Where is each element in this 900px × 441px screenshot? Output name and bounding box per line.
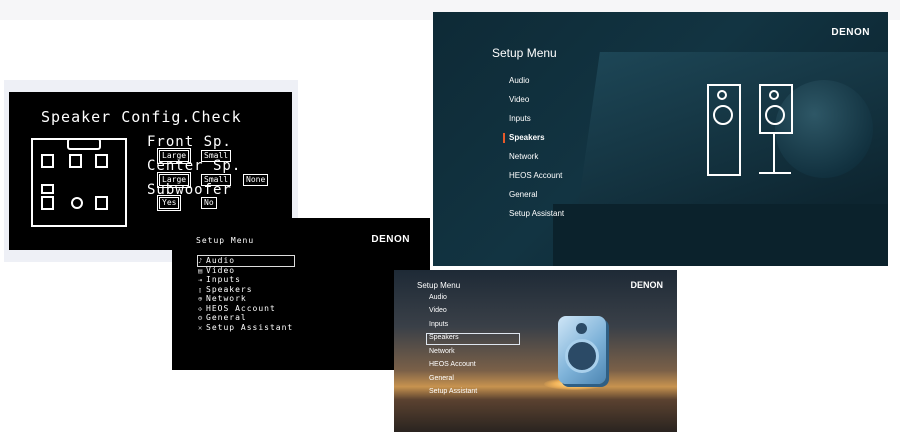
speaker-stand-base-icon <box>759 172 791 174</box>
front-right-speaker-icon <box>95 154 108 168</box>
tweeter-icon <box>717 90 727 100</box>
background-shelf <box>553 204 888 266</box>
speaker-config-title: Speaker Config.Check <box>41 108 242 126</box>
menu-item-speakers[interactable]: Speakers <box>429 334 459 341</box>
menu-item-inputs[interactable]: Inputs <box>429 321 448 328</box>
menu-item-audio[interactable]: ♪ Audio <box>197 255 295 267</box>
speaker-stand-icon <box>773 134 775 172</box>
surround-left-speaker-icon <box>41 196 54 210</box>
menu-item-audio[interactable]: Audio <box>509 76 529 85</box>
front-left-speaker-icon <box>41 154 54 168</box>
menu-item-setup-assistant[interactable]: Setup Assistant <box>509 209 564 218</box>
audio-icon: ♪ <box>198 257 204 265</box>
selection-marker <box>503 133 505 143</box>
menu-item-general[interactable]: General <box>509 190 537 199</box>
room-layout <box>31 138 127 227</box>
denon-logo: DENON <box>831 27 870 38</box>
network-icon: ⊕ <box>198 295 204 303</box>
general-icon: ⚙ <box>198 314 204 322</box>
center-speaker-icon <box>69 154 82 168</box>
menu-item-setup-assistant[interactable]: Setup Assistant <box>429 388 477 395</box>
tv-icon <box>67 138 101 150</box>
setup-assistant-icon: ✕ <box>198 324 204 332</box>
surround-right-speaker-icon <box>95 196 108 210</box>
center-none-button[interactable]: None <box>243 174 269 186</box>
menu-item-speakers[interactable]: Speakers <box>509 133 545 142</box>
woofer-icon <box>765 105 785 125</box>
menu-item-video[interactable]: Video <box>429 307 447 314</box>
tweeter-icon <box>769 90 779 100</box>
setup-menu-header: Setup Menu <box>196 236 255 245</box>
menu-item-inputs[interactable]: Inputs <box>509 114 531 123</box>
menu-item-video[interactable]: Video <box>509 95 529 104</box>
menu-item-inputs[interactable]: ⇥ Inputs <box>198 275 241 285</box>
menu-item-heos-account[interactable]: HEOS Account <box>509 171 562 180</box>
subwoofer-label: Subwoofer <box>147 182 232 198</box>
front-speaker-label: Front Sp. <box>147 134 232 150</box>
denon-logo: DENON <box>371 234 410 245</box>
menu-item-network[interactable]: Network <box>429 348 455 355</box>
subwoofer-yes-button[interactable]: Yes <box>156 195 182 211</box>
setup-menu-sunset: Setup Menu DENON Audio Video Inputs Spea… <box>394 270 677 432</box>
center-speaker-label: Center Sp. <box>147 158 242 174</box>
menu-item-network[interactable]: Network <box>509 152 538 161</box>
menu-item-network[interactable]: ⊕ Network <box>198 294 247 304</box>
menu-item-setup-assistant[interactable]: ✕ Setup Assistant <box>198 323 293 333</box>
setup-menu-header: Setup Menu <box>492 46 557 60</box>
denon-logo: DENON <box>630 280 663 290</box>
menu-item-audio[interactable]: Audio <box>429 294 447 301</box>
menu-item-heos-account[interactable]: HEOS Account <box>429 361 476 368</box>
subwoofer-icon <box>41 184 54 194</box>
setup-menu-header: Setup Menu <box>417 281 461 290</box>
woofer-icon <box>713 105 733 125</box>
menu-item-general[interactable]: ⚙ General <box>198 313 247 323</box>
inputs-icon: ⇥ <box>198 276 204 284</box>
setup-menu-teal: Setup Menu DENON Audio Video Inputs Spea… <box>433 12 888 266</box>
woofer-icon <box>565 339 599 373</box>
setup-menu-dark: Setup Menu DENON ♪ Audio ▤ Video ⇥ Inputs ▯… <box>172 218 430 370</box>
subwoofer-no-button[interactable]: No <box>201 197 217 209</box>
menu-item-general[interactable]: General <box>429 375 454 382</box>
tweeter-icon <box>576 323 587 334</box>
speaker-3d-icon <box>558 316 606 384</box>
listening-position-icon <box>71 197 83 209</box>
